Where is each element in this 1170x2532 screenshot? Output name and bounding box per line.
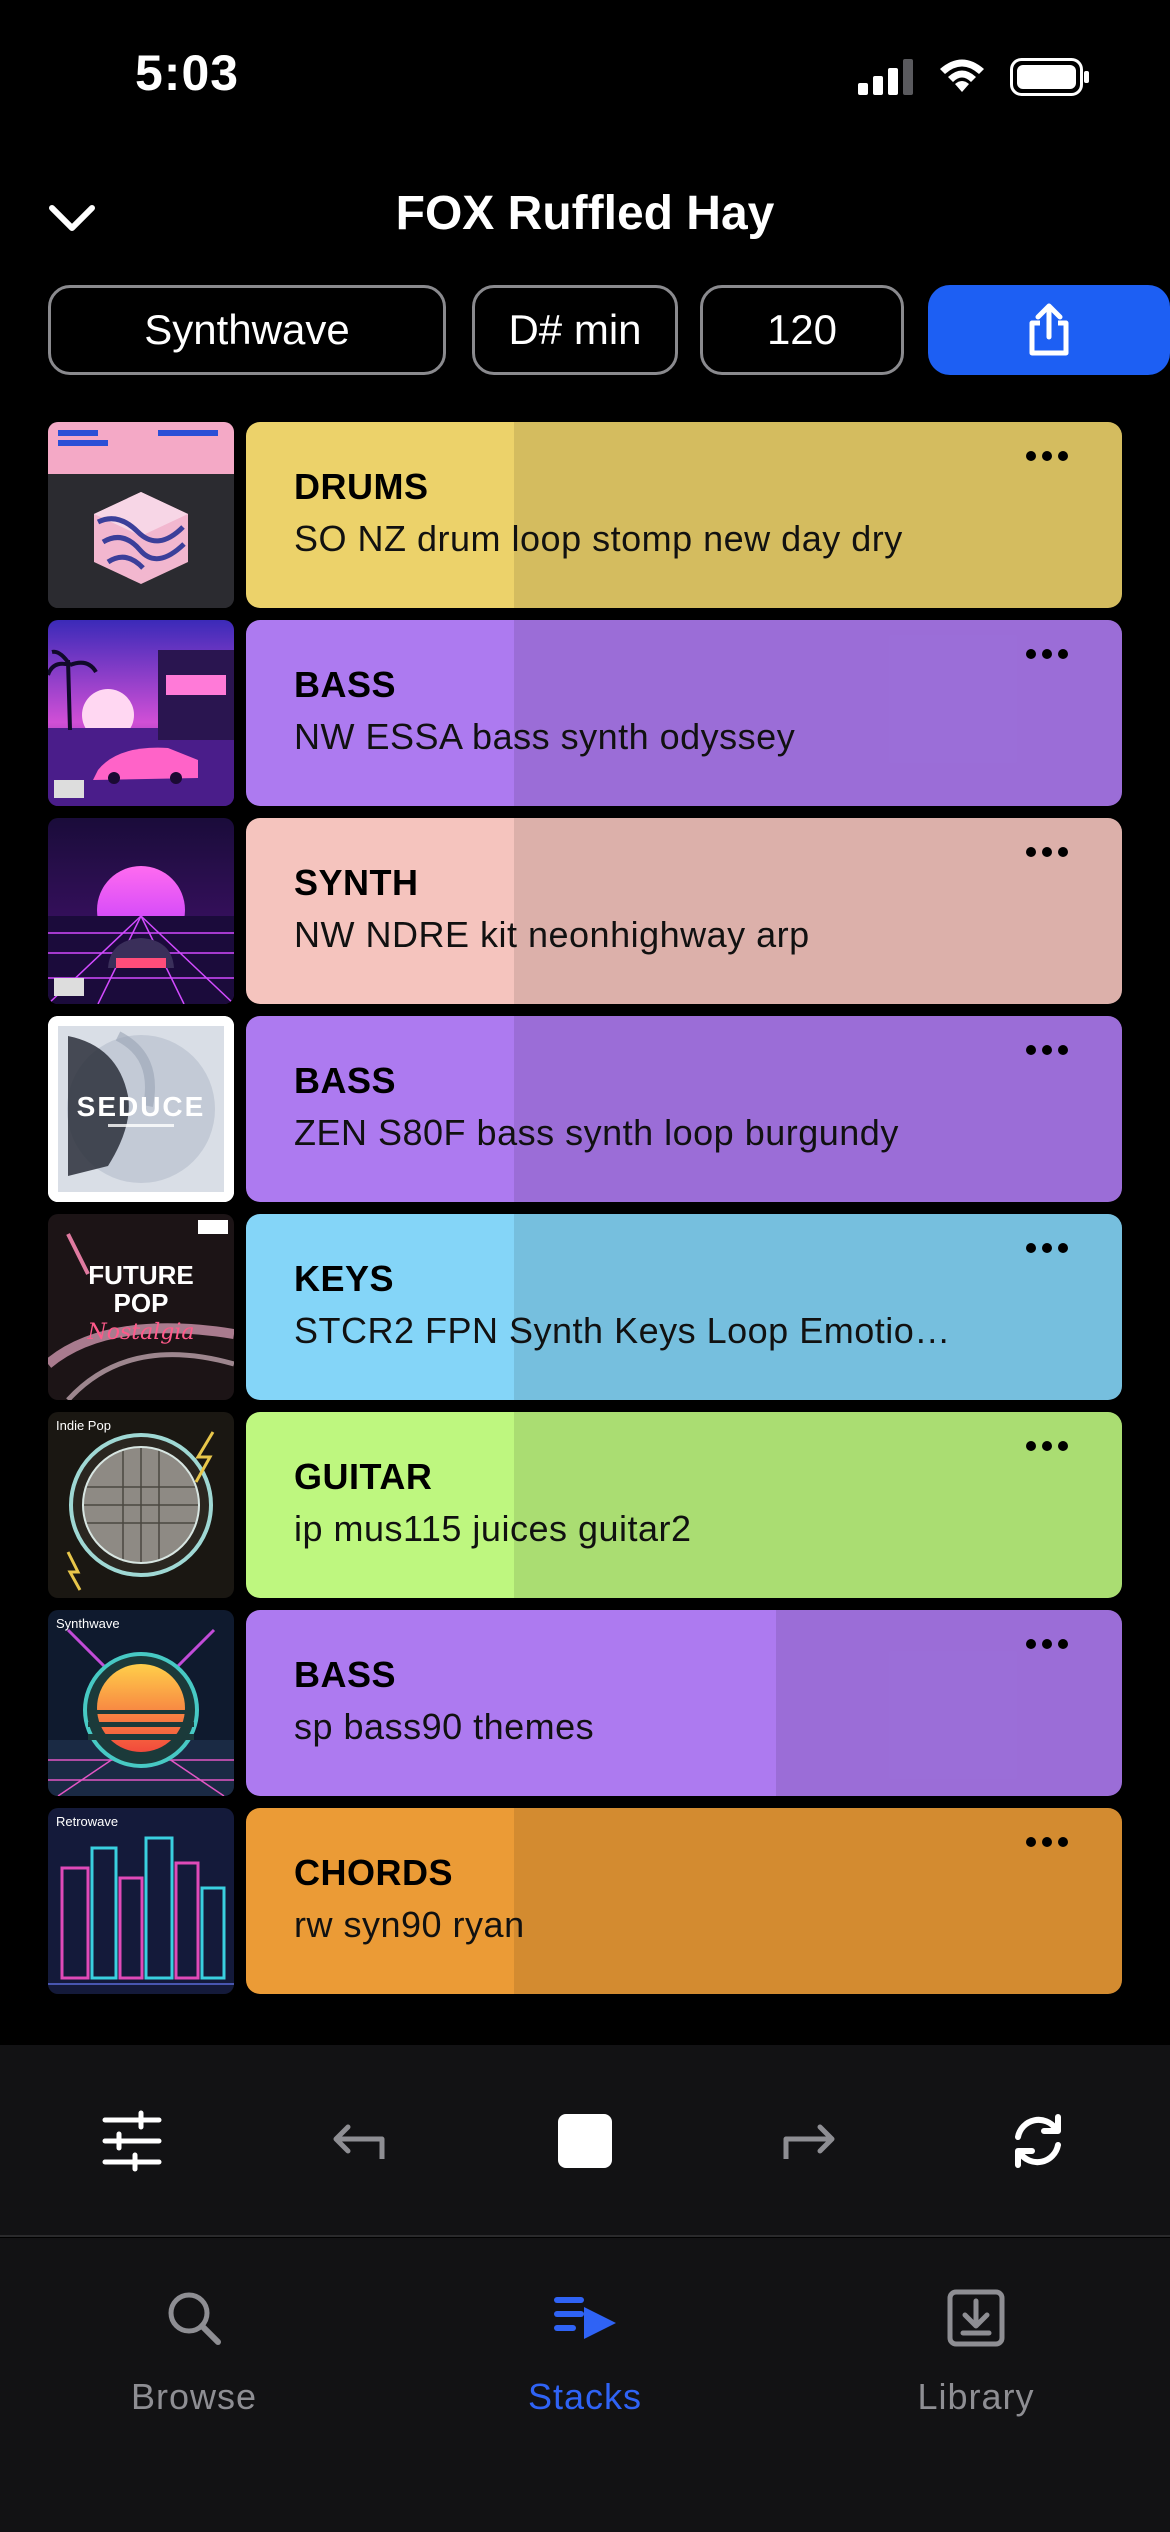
stack-sample-name: rw syn90 ryan [294, 1904, 525, 1945]
stack-title: FOX Ruffled Hay [395, 187, 775, 240]
sliders-icon [102, 2110, 162, 2172]
album-art [48, 620, 234, 806]
album-art: Retrowave [48, 1808, 234, 1994]
stack-type: DRUMS [294, 466, 429, 507]
album-art [48, 818, 234, 1004]
status-time: 5:03 [135, 45, 240, 101]
stack-card[interactable]: BASS ZEN S80F bass synth loop burgundy [246, 1016, 1122, 1202]
art-title: Nostalgia [86, 1320, 194, 1345]
art-title: POP [114, 1288, 169, 1318]
album-art: Synthwave [48, 1610, 234, 1796]
stack-type: BASS [294, 1060, 397, 1101]
tab-label: Browse [130, 2376, 258, 2417]
more-options-icon[interactable] [1012, 1426, 1082, 1466]
signal-icon [858, 59, 913, 95]
stack-card[interactable]: CHORDS rw syn90 ryan [246, 1808, 1122, 1994]
stack-type: SYNTH [294, 862, 419, 903]
mixer-button[interactable] [92, 2101, 172, 2181]
more-options-icon[interactable] [1012, 1822, 1082, 1862]
bpm-chip[interactable]: 120 [700, 285, 904, 375]
stack-card[interactable]: BASS sp bass90 themes [246, 1610, 1122, 1796]
stack-card[interactable]: SYNTH NW NDRE kit neonhighway arp [246, 818, 1122, 1004]
refresh-icon [1015, 2114, 1061, 2168]
status-bar: 5:03 [0, 0, 1170, 150]
stack-row[interactable]: DRUMS SO NZ drum loop stomp new day dry [48, 422, 1122, 608]
album-art [48, 422, 234, 608]
stack-row[interactable]: Synthwave BASS sp bass90 themes [48, 1610, 1122, 1796]
share-button[interactable] [928, 285, 1170, 375]
key-chip[interactable]: D# min [472, 285, 678, 375]
stack-type: GUITAR [294, 1456, 433, 1497]
stack-card[interactable]: DRUMS SO NZ drum loop stomp new day dry [246, 422, 1122, 608]
transport-bar [0, 2045, 1170, 2237]
stack-row[interactable]: Retrowave CHORDS rw syn90 ryan [48, 1808, 1122, 1994]
stop-button[interactable] [545, 2101, 625, 2181]
stack-card[interactable]: BASS NW ESSA bass synth odyssey [246, 620, 1122, 806]
stacks-icon [554, 2297, 616, 2339]
tab-library[interactable]: Library [826, 2278, 1126, 2438]
undo-icon [333, 2124, 385, 2159]
stack-sample-name: SO NZ drum loop stomp new day dry [294, 518, 903, 559]
stack-row[interactable]: SEDUCE BASS ZEN S80F bass synth loop bur… [48, 1016, 1122, 1202]
tab-stacks[interactable]: Stacks [435, 2278, 735, 2438]
tab-bar: Browse Stacks Library [0, 2238, 1170, 2532]
album-art: SEDUCE [48, 1016, 234, 1202]
stack-type: CHORDS [294, 1852, 454, 1893]
art-title: SEDUCE [77, 1091, 206, 1122]
art-label: Retrowave [56, 1814, 118, 1829]
stack-sample-name: sp bass90 themes [294, 1706, 595, 1747]
album-art: Indie Pop [48, 1412, 234, 1598]
art-title: FUTURE [88, 1260, 193, 1290]
header: FOX Ruffled Hay [0, 170, 1170, 260]
stack-row[interactable]: Indie Pop GUITAR ip mus115 juices guitar… [48, 1412, 1122, 1598]
stack-sample-name: ip mus115 juices guitar2 [294, 1508, 692, 1549]
stack-card[interactable]: GUITAR ip mus115 juices guitar2 [246, 1412, 1122, 1598]
stack-sample-name: STCR2 FPN Synth Keys Loop Emotio… [294, 1310, 951, 1351]
tab-label: Library [917, 2376, 1035, 2417]
battery-icon [1010, 58, 1089, 96]
more-options-icon[interactable] [1012, 1030, 1082, 1070]
stack-type: BASS [294, 1654, 397, 1695]
more-options-icon[interactable] [1012, 634, 1082, 674]
stop-icon [558, 2114, 612, 2168]
search-icon [168, 2292, 221, 2345]
more-options-icon[interactable] [1012, 832, 1082, 872]
stack-sample-name: NW ESSA bass synth odyssey [294, 716, 796, 757]
art-label: Indie Pop [56, 1418, 111, 1433]
undo-button[interactable] [318, 2101, 398, 2181]
tab-browse[interactable]: Browse [44, 2278, 344, 2438]
genre-chip[interactable]: Synthwave [48, 285, 446, 375]
stack-card[interactable]: KEYS STCR2 FPN Synth Keys Loop Emotio… [246, 1214, 1122, 1400]
stack-type: BASS [294, 664, 397, 705]
redo-icon [783, 2124, 835, 2159]
wifi-icon [940, 59, 984, 92]
share-icon [1029, 303, 1069, 356]
stack-row[interactable]: BASS NW ESSA bass synth odyssey [48, 620, 1122, 806]
regenerate-button[interactable] [998, 2101, 1078, 2181]
more-options-icon[interactable] [1012, 1228, 1082, 1268]
stack-row[interactable]: FUTURE POP Nostalgia KEYS STCR2 FPN Synt… [48, 1214, 1122, 1400]
album-art: FUTURE POP Nostalgia [48, 1214, 234, 1400]
more-options-icon[interactable] [1012, 436, 1082, 476]
status-icons [858, 58, 1090, 96]
art-label: Synthwave [56, 1616, 120, 1631]
tab-label: Stacks [527, 2376, 643, 2417]
stack-type: KEYS [294, 1258, 395, 1299]
redo-button[interactable] [770, 2101, 850, 2181]
stack-sample-name: NW NDRE kit neonhighway arp [294, 914, 810, 955]
stack-sample-name: ZEN S80F bass synth loop burgundy [294, 1112, 899, 1153]
stack-row[interactable]: SYNTH NW NDRE kit neonhighway arp [48, 818, 1122, 1004]
more-options-icon[interactable] [1012, 1624, 1082, 1664]
download-box-icon [947, 2289, 1005, 2347]
